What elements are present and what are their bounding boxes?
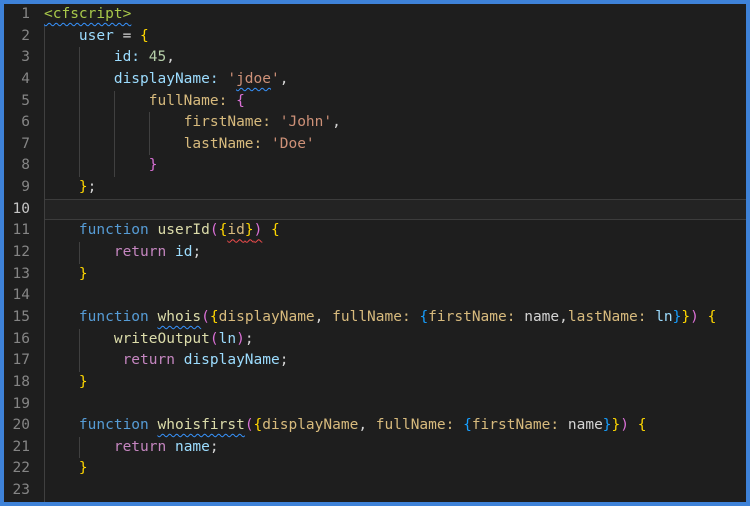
code-text: firstName: 'John', bbox=[183, 114, 341, 131]
code-text: lastName: 'Doe' bbox=[183, 135, 315, 152]
code-line-content[interactable]: function userId({id}) { bbox=[44, 220, 746, 243]
code-text: return displayName; bbox=[122, 352, 289, 369]
code-line-content[interactable]: return name; bbox=[44, 436, 746, 459]
code-line-content[interactable]: writeOutput(ln); bbox=[44, 328, 746, 351]
code-line-content[interactable]: return id; bbox=[44, 242, 746, 264]
code-text: displayName: 'jdoe', bbox=[113, 70, 289, 87]
line-number: 18 bbox=[12, 373, 30, 390]
code-line[interactable]: 18 } bbox=[4, 371, 746, 394]
code-line[interactable]: 17 return displayName; bbox=[4, 350, 746, 372]
code-text: } bbox=[78, 373, 88, 390]
code-line-content[interactable]: user = { bbox=[44, 25, 746, 48]
line-number: 5 bbox=[21, 92, 30, 109]
line-number: 17 bbox=[12, 352, 30, 369]
code-text: } bbox=[148, 157, 158, 174]
code-text: user = { bbox=[78, 27, 149, 44]
code-text: function whois({displayName, fullName: {… bbox=[78, 308, 717, 325]
code-line[interactable]: 13 } bbox=[4, 263, 746, 286]
line-number: 11 bbox=[12, 222, 30, 239]
code-text: } bbox=[78, 265, 88, 282]
line-number: 19 bbox=[12, 395, 30, 412]
code-line[interactable]: 3 id: 45, bbox=[4, 47, 746, 69]
code-line[interactable]: 11 function userId({id}) { bbox=[4, 220, 746, 243]
code-editor: 1 <cfscript> 2 user = {3 id: 45, 4 displayN… bbox=[0, 0, 750, 506]
code-area: 1 <cfscript> 2 user = {3 id: 45, 4 displayN… bbox=[4, 4, 746, 502]
code-line[interactable]: 4 displayName: 'jdoe', bbox=[4, 68, 746, 91]
line-number: 1 bbox=[21, 6, 30, 22]
code-line[interactable]: 15 function whois({displayName, fullName… bbox=[4, 306, 746, 329]
indent-guide bbox=[44, 198, 45, 221]
code-line-content[interactable]: firstName: 'John', bbox=[44, 112, 746, 134]
indent-guide bbox=[44, 393, 45, 416]
line-number: 12 bbox=[12, 244, 30, 261]
code-line-content[interactable]: return displayName; bbox=[44, 350, 746, 372]
code-line-content[interactable]: <cfscript> bbox=[44, 4, 746, 26]
code-line[interactable]: 16 writeOutput(ln); bbox=[4, 328, 746, 351]
code-line-content[interactable] bbox=[44, 393, 746, 416]
code-line-content[interactable]: } bbox=[44, 371, 746, 394]
code-text: id: 45, bbox=[113, 49, 175, 66]
code-text: }; bbox=[78, 179, 97, 196]
line-number: 8 bbox=[21, 157, 30, 174]
line-number: 13 bbox=[12, 265, 30, 282]
line-number: 22 bbox=[12, 460, 30, 477]
code-line[interactable]: 14 bbox=[4, 285, 746, 307]
code-line-content[interactable]: } bbox=[44, 458, 746, 481]
code-line[interactable]: 2 user = { bbox=[4, 25, 746, 48]
code-line-content[interactable] bbox=[44, 198, 746, 221]
code-text: fullName: { bbox=[148, 92, 245, 109]
code-line[interactable]: 6 firstName: 'John', bbox=[4, 112, 746, 134]
code-text: function whoisfirst({displayName, fullNa… bbox=[78, 417, 647, 434]
code-line[interactable]: 12 return id; bbox=[4, 242, 746, 264]
code-line-content[interactable]: id: 45, bbox=[44, 47, 746, 69]
code-line-content[interactable]: function whois({displayName, fullName: {… bbox=[44, 306, 746, 329]
code-line-content[interactable]: lastName: 'Doe' bbox=[44, 133, 746, 156]
indent-guide bbox=[44, 285, 45, 307]
code-text: return name; bbox=[113, 438, 219, 455]
line-number: 23 bbox=[12, 482, 30, 499]
code-line-content[interactable] bbox=[44, 285, 746, 307]
code-line[interactable]: 10 bbox=[4, 198, 746, 221]
code-line[interactable]: 23 bbox=[4, 480, 746, 502]
code-line[interactable]: 21 return name; bbox=[4, 436, 746, 459]
code-line-content[interactable]: } bbox=[44, 155, 746, 178]
code-line-content[interactable]: displayName: 'jdoe', bbox=[44, 68, 746, 91]
code-line-content[interactable]: function whoisfirst({displayName, fullNa… bbox=[44, 415, 746, 437]
line-number: 9 bbox=[21, 179, 30, 196]
line-number: 14 bbox=[12, 287, 30, 304]
code-line[interactable]: 19 bbox=[4, 393, 746, 416]
code-line-content[interactable]: }; bbox=[44, 177, 746, 199]
line-number: 16 bbox=[12, 330, 30, 347]
line-number: 21 bbox=[12, 438, 30, 455]
code-line[interactable]: 20 function whoisfirst({displayName, ful… bbox=[4, 415, 746, 437]
code-line[interactable]: 8 } bbox=[4, 155, 746, 178]
line-number: 20 bbox=[12, 417, 30, 434]
code-line[interactable]: 5 fullName: { bbox=[4, 90, 746, 113]
code-line[interactable]: 1 <cfscript> bbox=[4, 4, 746, 26]
code-text: <cfscript> bbox=[44, 6, 132, 22]
code-line-content[interactable]: } bbox=[44, 263, 746, 286]
line-number: 10 bbox=[12, 200, 30, 217]
line-number: 15 bbox=[12, 308, 30, 325]
line-number: 2 bbox=[21, 27, 30, 44]
code-line-content[interactable] bbox=[44, 480, 746, 502]
indent-guide bbox=[44, 480, 45, 502]
code-line[interactable]: 7 lastName: 'Doe' bbox=[4, 133, 746, 156]
line-number: 4 bbox=[21, 70, 30, 87]
line-number: 7 bbox=[21, 135, 30, 152]
code-line-content[interactable]: fullName: { bbox=[44, 90, 746, 113]
code-text: } bbox=[78, 460, 88, 477]
code-text: function userId({id}) { bbox=[78, 222, 280, 239]
code-text: return id; bbox=[113, 244, 202, 261]
code-line[interactable]: 22 } bbox=[4, 458, 746, 481]
code-line[interactable]: 9 }; bbox=[4, 177, 746, 199]
line-number: 3 bbox=[21, 49, 30, 66]
line-number: 6 bbox=[21, 114, 30, 131]
code-text: writeOutput(ln); bbox=[113, 330, 254, 347]
